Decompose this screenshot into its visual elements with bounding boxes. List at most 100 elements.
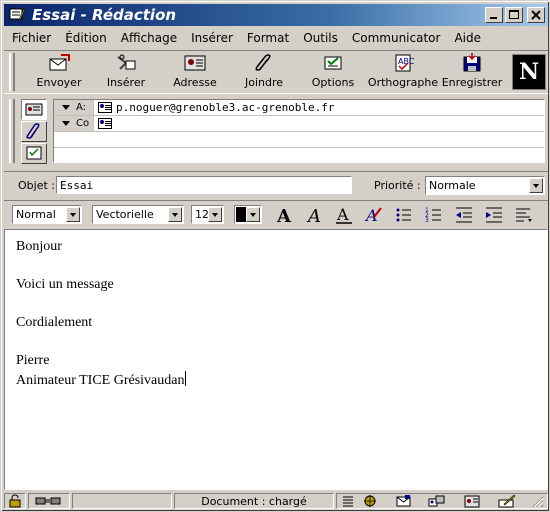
addressing-area: A: p.noguer@grenoble3.ac-grenoble.fr Co [4, 97, 548, 167]
svg-text:A: A [306, 206, 321, 225]
title-bar[interactable]: Essai - Rédaction [4, 4, 548, 26]
bullet-list-button[interactable] [392, 204, 416, 226]
connection-status[interactable] [28, 493, 70, 509]
attach-button[interactable]: Joindre [242, 53, 286, 93]
newsgroups-icon[interactable] [428, 494, 445, 508]
tab-address[interactable] [21, 99, 47, 120]
save-button[interactable]: Enregistrer [442, 53, 502, 93]
italic-icon: A [306, 206, 321, 225]
alignment-button[interactable] [512, 204, 536, 226]
progress-area [72, 493, 172, 509]
font-select[interactable]: Vectorielle [92, 205, 184, 224]
menu-outils[interactable]: Outils [296, 31, 345, 45]
clear-styles-button[interactable]: A [362, 204, 386, 226]
address-label: Adresse [173, 76, 217, 89]
menu-affichage[interactable]: Affichage [114, 31, 184, 45]
mail-icon[interactable] [396, 494, 412, 508]
indent-button[interactable] [482, 204, 506, 226]
align-left-icon [516, 208, 532, 222]
attach-label: Joindre [244, 76, 284, 89]
insert-button[interactable]: Insérer [104, 53, 148, 93]
recipient-row-empty[interactable] [54, 148, 544, 164]
menu-inserer[interactable]: Insérer [184, 31, 240, 45]
numbered-list-button[interactable]: 123 [422, 204, 446, 226]
font-size-select[interactable]: 12 [191, 205, 224, 224]
body-line: Bonjour [16, 239, 62, 254]
menu-communicator[interactable]: Communicator [345, 31, 448, 45]
maximize-button[interactable] [505, 7, 523, 23]
outdent-button[interactable] [452, 204, 476, 226]
body-line-last: Animateur TICE Grésivaudan [16, 371, 187, 389]
maximize-icon [509, 10, 519, 19]
tab-attachments[interactable] [21, 121, 47, 142]
addressing-grip[interactable] [9, 99, 15, 163]
recipient-type-select[interactable]: A: [54, 100, 94, 115]
message-body-editor[interactable]: Bonjour Voici un message Cordialement Pi… [4, 229, 548, 490]
close-icon [531, 10, 541, 20]
composer-icon[interactable] [498, 494, 516, 508]
status-text: Document : chargé [201, 494, 307, 508]
options-icon [26, 146, 42, 160]
plug-icon [35, 497, 61, 505]
recipient-row[interactable]: A: p.noguer@grenoble3.ac-grenoble.fr [54, 100, 544, 116]
body-line: Cordialement [16, 315, 93, 330]
main-toolbar: Envoyer Insérer Adresse Joindre Options [4, 50, 548, 94]
subject-input[interactable]: Essai [56, 176, 352, 194]
address-book-icon [183, 53, 207, 73]
window-title: Essai - Rédaction [32, 6, 177, 24]
menu-edition[interactable]: Édition [58, 31, 114, 45]
outdent-icon [456, 207, 472, 223]
minimize-button[interactable] [485, 7, 503, 23]
paragraph-style-select[interactable]: Normal [12, 205, 82, 224]
italic-button[interactable]: A [302, 204, 326, 226]
send-button[interactable]: Envoyer [34, 53, 84, 93]
tab-message-options[interactable] [21, 143, 47, 164]
options-button[interactable]: Options [310, 53, 356, 93]
paperclip-icon [252, 53, 276, 73]
navigator-icon[interactable] [340, 494, 356, 508]
security-status[interactable] [4, 493, 26, 509]
indent-icon [486, 207, 502, 223]
netscape-logo[interactable]: N [512, 54, 546, 90]
priority-select[interactable]: Normale [425, 176, 545, 195]
spelling-button[interactable]: ABC Orthographe [367, 53, 439, 93]
chevron-down-icon[interactable] [66, 207, 80, 222]
recipient-type-select[interactable]: Co [54, 116, 94, 131]
resize-grip-icon[interactable] [530, 494, 546, 508]
bold-button[interactable]: A [272, 204, 296, 226]
menu-fichier[interactable]: Fichier [4, 31, 58, 45]
save-icon [460, 53, 484, 73]
address-button[interactable]: Adresse [170, 53, 220, 93]
signature-text: Animateur TICE Grésivaudan [16, 373, 185, 388]
recipient-row[interactable]: Co [54, 116, 544, 132]
browser-icon[interactable] [362, 494, 378, 508]
svg-text:A: A [276, 206, 292, 225]
chevron-down-icon[interactable] [168, 207, 182, 222]
spell-check-icon: ABC [391, 53, 415, 73]
format-toolbar: Normal Vectorielle 12 A A A A 1 2 3 [4, 200, 548, 226]
address-book-icon[interactable] [464, 494, 480, 508]
text-color-select[interactable] [234, 205, 262, 224]
recipient-type-label: Co [76, 118, 90, 129]
netscape-logo-letter: N [518, 59, 540, 85]
menu-aide[interactable]: Aide [447, 31, 488, 45]
recipient-list[interactable]: A: p.noguer@grenoble3.ac-grenoble.fr Co [53, 99, 545, 163]
svg-text:A: A [336, 205, 349, 224]
chevron-down-icon [62, 105, 70, 110]
insert-icon [114, 53, 138, 73]
bold-icon: A [276, 206, 292, 225]
chevron-down-icon[interactable] [529, 178, 543, 193]
chevron-down-icon[interactable] [208, 207, 222, 222]
close-button[interactable] [527, 7, 545, 23]
priority-value: Normale [429, 179, 476, 192]
clear-styles-icon: A [364, 206, 382, 225]
spelling-label: Orthographe [367, 76, 439, 89]
underline-button[interactable]: A [332, 204, 356, 226]
recipient-row-empty[interactable] [54, 132, 544, 148]
toolbar-grip[interactable] [9, 53, 15, 91]
priority-label: Priorité : [374, 179, 421, 192]
menu-format[interactable]: Format [240, 31, 296, 45]
text-caret [185, 371, 187, 386]
chevron-down-icon[interactable] [246, 207, 260, 222]
recipient-address[interactable]: p.noguer@grenoble3.ac-grenoble.fr [116, 101, 335, 114]
